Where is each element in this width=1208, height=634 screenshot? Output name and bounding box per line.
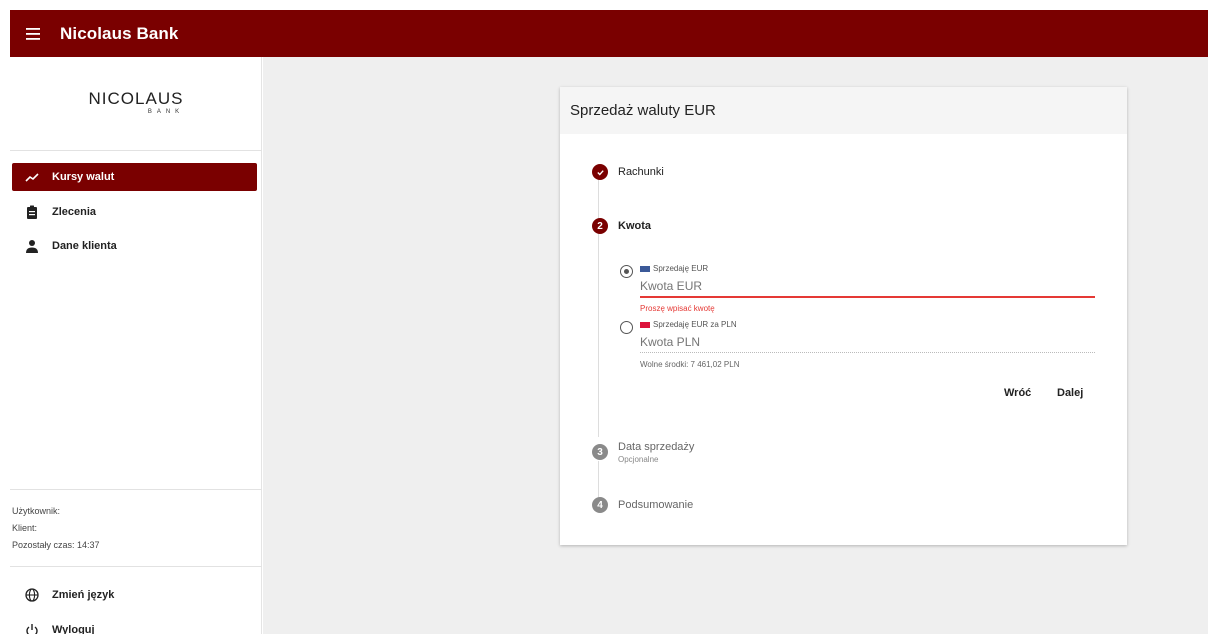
sidebar-item-label: Dane klienta bbox=[52, 240, 117, 252]
logo-main-text: NICOLAUS bbox=[88, 89, 184, 108]
radio-sell-eur[interactable] bbox=[620, 265, 633, 278]
eur-error-message: Proszę wpisać kwotę bbox=[640, 304, 715, 313]
step-accounts[interactable]: Rachunki bbox=[592, 164, 664, 180]
bank-logo: NICOLAUS BANK bbox=[10, 89, 262, 116]
step-sublabel: Opcjonalne bbox=[618, 455, 659, 464]
sidebar-item-label: Zlecenia bbox=[52, 206, 97, 218]
divider bbox=[10, 150, 262, 151]
logo-sub-text: BANK bbox=[147, 109, 185, 115]
person-icon bbox=[12, 239, 52, 253]
step-label: Kwota bbox=[618, 220, 651, 232]
step-number: 4 bbox=[592, 497, 608, 513]
step-amount[interactable]: 2 Kwota bbox=[592, 218, 651, 234]
radio-sell-eur-for-pln[interactable] bbox=[620, 321, 633, 334]
power-icon bbox=[12, 623, 52, 634]
globe-icon bbox=[12, 588, 52, 602]
sidebar-item-orders[interactable]: Zlecenia bbox=[12, 198, 257, 226]
session-time: Pozostały czas: 14:37 bbox=[12, 540, 100, 550]
main-content: Sprzedaż waluty EUR Rachunki 2 Kwota Spr… bbox=[263, 57, 1208, 634]
pl-flag-icon bbox=[640, 321, 650, 328]
sidebar-item-exchange-rates[interactable]: Kursy walut bbox=[12, 163, 257, 191]
change-language-button[interactable]: Zmień język bbox=[12, 581, 257, 609]
hamburger-menu-icon[interactable] bbox=[10, 10, 56, 57]
step-label-text: Data sprzedaży bbox=[618, 441, 695, 453]
step-label: Podsumowanie bbox=[618, 499, 694, 511]
user-info: Użytkownik: Klient: Pozostały czas: 14:3… bbox=[12, 503, 100, 554]
eur-input-underline bbox=[640, 296, 1095, 298]
stepper-connector bbox=[598, 234, 599, 437]
top-app-bar: Nicolaus Bank bbox=[10, 10, 1208, 57]
step-number: 2 bbox=[592, 218, 608, 234]
card-header: Sprzedaż waluty EUR bbox=[560, 87, 1127, 134]
option-pln-label: Sprzedaję EUR za PLN bbox=[640, 320, 737, 329]
eu-flag-icon bbox=[640, 265, 650, 272]
step-label: Rachunki bbox=[618, 166, 664, 178]
step-label: Data sprzedaży Opcjonalne bbox=[618, 439, 694, 465]
pln-input-underline bbox=[640, 352, 1095, 353]
divider bbox=[10, 489, 262, 490]
step-sale-date[interactable]: 3 Data sprzedaży Opcjonalne bbox=[592, 439, 694, 465]
stepper-connector bbox=[598, 179, 599, 218]
pln-amount-input[interactable] bbox=[640, 333, 1090, 351]
back-button[interactable]: Wróć bbox=[1004, 387, 1031, 399]
card-title: Sprzedaż waluty EUR bbox=[570, 102, 716, 119]
change-language-label: Zmień język bbox=[52, 589, 115, 601]
option-eur-text: Sprzedaję EUR bbox=[653, 264, 709, 273]
next-button[interactable]: Dalej bbox=[1057, 387, 1083, 399]
sell-currency-card: Sprzedaż waluty EUR Rachunki 2 Kwota Spr… bbox=[560, 87, 1127, 545]
app-title: Nicolaus Bank bbox=[60, 23, 179, 43]
trending-up-icon bbox=[12, 170, 52, 184]
logout-label: Wyloguj bbox=[52, 624, 95, 634]
eur-amount-input[interactable] bbox=[640, 277, 1090, 295]
option-eur-label: Sprzedaję EUR bbox=[640, 264, 708, 273]
sidebar-item-label: Kursy walut bbox=[52, 171, 115, 183]
client-label: Klient: bbox=[12, 523, 38, 533]
sidebar-item-client-data[interactable]: Dane klienta bbox=[12, 232, 257, 260]
check-icon bbox=[592, 164, 608, 180]
logout-button[interactable]: Wyloguj bbox=[12, 616, 257, 634]
step-summary[interactable]: 4 Podsumowanie bbox=[592, 497, 693, 513]
stepper-connector bbox=[598, 461, 599, 497]
option-pln-text: Sprzedaję EUR za PLN bbox=[653, 320, 737, 329]
clipboard-icon bbox=[12, 205, 52, 219]
step-number: 3 bbox=[592, 444, 608, 460]
free-funds: Wolne środki: 7 461,02 PLN bbox=[640, 360, 740, 369]
sidebar: NICOLAUS BANK Kursy walut Zlecenia Dane … bbox=[10, 57, 262, 634]
divider bbox=[10, 566, 262, 567]
user-label: Użytkownik: bbox=[12, 506, 61, 516]
